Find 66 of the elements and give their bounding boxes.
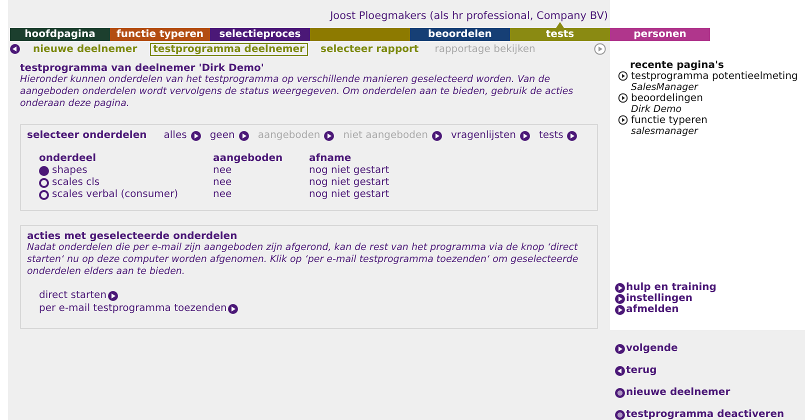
menu-link[interactable]: hulp en training (615, 282, 716, 294)
nav-tab[interactable]: beoordelen (410, 28, 510, 41)
table-cell-text: nog niet gestart (309, 177, 390, 188)
nav-link[interactable]: terug (615, 365, 657, 376)
table-cell-text: nog niet gestart (309, 189, 390, 200)
select-link[interactable]: alles (164, 130, 201, 141)
radio-button[interactable] (39, 166, 49, 176)
recent-link[interactable]: testprogramma potentieelmeting (618, 70, 798, 82)
column-header: onderdeel (39, 153, 98, 164)
nav-tab[interactable]: functie typeren (110, 28, 210, 41)
circle-icon (615, 410, 625, 420)
table-cell: scales verbal (consumer) (52, 189, 178, 200)
radio-button[interactable] (39, 178, 49, 188)
user-name: Joost Ploegmakers (als hr professional, Company BV) (328, 9, 609, 22)
table-cell-text: nee (213, 177, 233, 188)
arrow-right-icon (238, 130, 249, 140)
actions-title: acties met geselecteerde onderdelen (27, 231, 238, 242)
arrow-right-icon[interactable] (594, 43, 606, 55)
arrow-right-icon (432, 130, 442, 140)
arrow-right-icon (615, 344, 625, 354)
intro-text: Hieronder kunnen onderdelen van het testprogramma op verschillende manieren geselecteerd worden. Van de aangeboden onderdelen wordt vervolgens de status weergegeven. Om onderdelen aan te bieden, gebruik de acties onderaan deze pagina. (20, 74, 574, 110)
recent-subtitle: Dirk Demo (630, 104, 682, 115)
column-header: afname (309, 153, 352, 164)
arrow-right-icon (520, 130, 530, 140)
bullet-icon (618, 93, 628, 104)
recent-link[interactable]: beoordelingen (618, 92, 703, 104)
nav-link[interactable]: volgende (615, 343, 678, 354)
bullet-icon (618, 71, 628, 82)
recent-link[interactable]: functie typeren (618, 114, 708, 126)
arrow-left-icon (615, 366, 625, 376)
menu-link[interactable]: instellingen (615, 293, 693, 304)
nav-tab[interactable]: selectieproces (210, 28, 310, 41)
circle-icon (615, 388, 625, 398)
select-link[interactable]: geen (210, 130, 249, 141)
nav-link[interactable]: nieuwe deelnemer (615, 387, 730, 398)
arrow-right-icon (615, 304, 625, 315)
arrow-right-icon (190, 130, 201, 140)
actions-text: Nadat onderdelen die per e-mail zijn aangeboden zijn afgerond, kan de rest van het programma via de knop ‘direct starten‘ nu op deze computer worden afgenomen. Klik op ‘per e-mail testprogramma toezenden‘ om geselecteerde onderdelen elders aan te bieden. (27, 242, 580, 278)
table-cell-text: nee (213, 189, 233, 200)
nav-tab[interactable]: hoofdpagina (10, 28, 110, 41)
select-link[interactable]: tests (538, 130, 578, 141)
action-link[interactable]: per e-mail testprogramma toezenden (39, 303, 238, 314)
radio-button[interactable] (39, 190, 49, 200)
arrow-right-icon (615, 294, 625, 304)
nav-tab[interactable]: personen (610, 28, 710, 41)
page-title: testprogramma van deelnemer 'Dirk Demo' (20, 63, 265, 74)
bullet-icon (618, 115, 628, 126)
table-cell: shapes (52, 165, 88, 176)
table-cell: scales cls (52, 177, 100, 188)
action-link[interactable]: direct starten (39, 290, 118, 301)
arrow-left-icon (10, 44, 20, 54)
table-cell-text: nee (213, 165, 233, 176)
column-header: aangeboden (213, 153, 284, 164)
arrow-right-icon (108, 290, 118, 300)
select-link[interactable]: vragenlijsten (450, 130, 530, 141)
nav-link[interactable]: testprogramma deactiveren (615, 409, 784, 420)
recent-subtitle: SalesManager (630, 82, 698, 93)
arrow-right-icon (228, 304, 238, 314)
menu-link[interactable]: afmelden (615, 304, 679, 316)
recent-title: recente pagina's (629, 60, 725, 71)
arrow-right-icon (567, 130, 578, 140)
recent-subtitle: salesmanager (630, 126, 698, 137)
select-label: selecteer onderdelen (27, 130, 147, 141)
table-cell-text: nog niet gestart (309, 165, 390, 176)
arrow-right-icon (324, 130, 334, 140)
arrow-right-icon (615, 282, 625, 293)
